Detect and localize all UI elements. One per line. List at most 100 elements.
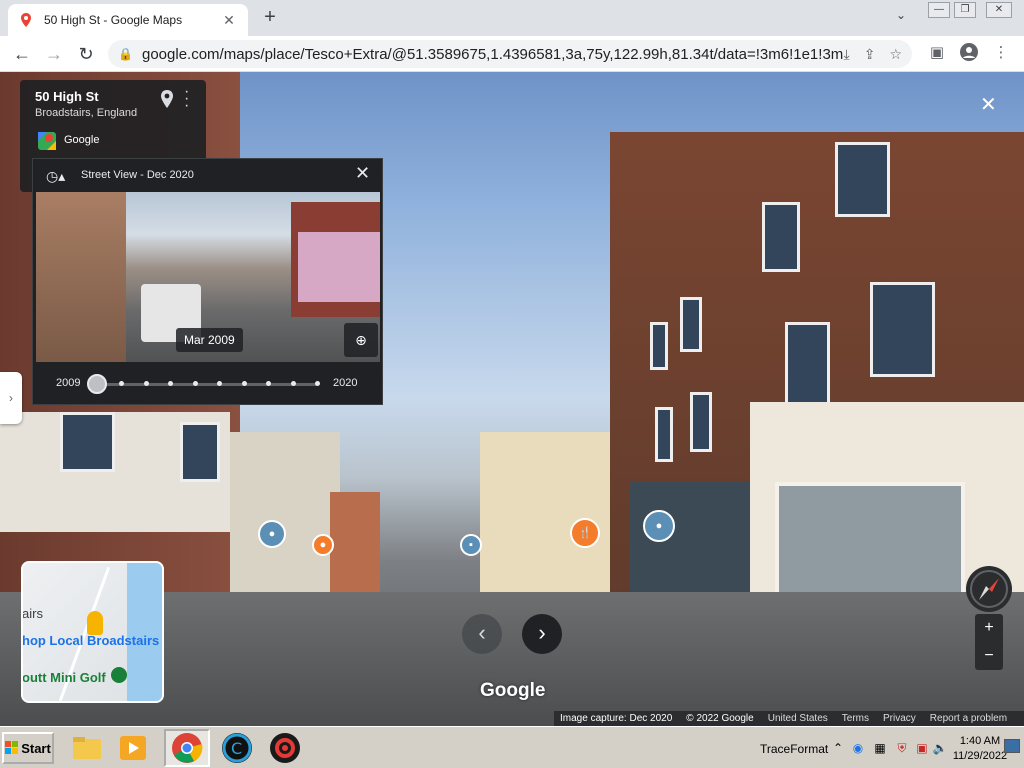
selected-date-tag: Mar 2009: [176, 328, 243, 352]
lock-icon[interactable]: 🔒: [118, 47, 133, 61]
slider-handle[interactable]: [87, 374, 107, 394]
privacy-link[interactable]: Privacy: [883, 713, 916, 724]
window: [762, 202, 800, 272]
timeline-stop[interactable]: [143, 381, 149, 386]
zoom-out-button[interactable]: −: [975, 642, 1003, 670]
historical-imagery-preview[interactable]: Mar 2009 ⊕: [36, 192, 380, 362]
time-history-icon[interactable]: ◷▴: [46, 168, 65, 185]
media-player-icon[interactable]: [116, 731, 150, 765]
show-desktop-icon[interactable]: [1004, 739, 1020, 753]
report-problem-link[interactable]: Report a problem: [930, 713, 1007, 724]
settings-gear-app-icon[interactable]: [268, 731, 302, 765]
minimize-button[interactable]: —: [928, 2, 950, 18]
share-icon[interactable]: ⇪: [864, 46, 876, 63]
timeline-header: ◷▴ Street View - Dec 2020 ✕: [33, 159, 384, 192]
start-label: Start: [21, 740, 51, 756]
google-watermark: Google: [480, 680, 546, 701]
location-pin-icon[interactable]: [160, 90, 174, 108]
tab-title: 50 High St - Google Maps: [44, 13, 183, 27]
clock-time: 1:40 AM: [959, 735, 1001, 747]
window: [680, 297, 702, 352]
c-app-icon[interactable]: C: [220, 731, 254, 765]
image-capture-date: Image capture: Dec 2020: [560, 713, 673, 724]
place-address: 50 High St: [35, 89, 99, 104]
timeline-title: Street View - Dec 2020: [81, 169, 194, 181]
zoom-in-button[interactable]: +: [975, 614, 1003, 642]
restore-button[interactable]: ❐: [954, 2, 976, 18]
chrome-icon[interactable]: [170, 731, 204, 765]
tray-app-label[interactable]: TraceFormat: [760, 742, 828, 756]
browser-menu-icon[interactable]: ⋮: [990, 43, 1012, 61]
new-tab-button[interactable]: +: [258, 6, 282, 30]
zoom-preview-icon[interactable]: ⊕: [344, 323, 378, 357]
poi-pin-icon[interactable]: ●: [643, 510, 675, 542]
start-button[interactable]: Start: [2, 732, 54, 764]
install-app-icon[interactable]: ⤓: [844, 46, 850, 63]
reload-icon[interactable]: ↻: [74, 42, 98, 66]
restaurant-icon[interactable]: 🍴: [570, 518, 600, 548]
nav-back-arrow-icon[interactable]: ‹: [462, 614, 502, 654]
close-street-view-icon[interactable]: ✕: [980, 92, 997, 117]
map-label: airs: [22, 606, 43, 621]
compass-icon[interactable]: [966, 566, 1012, 612]
golf-icon: [111, 667, 127, 683]
expand-panel-button[interactable]: ›: [0, 372, 22, 424]
street-view-timeline-panel: ◷▴ Street View - Dec 2020 ✕ Mar 2009 ⊕ 2…: [32, 158, 383, 405]
browser-toolbar: ← → ↻ 🔒 google.com/maps/place/Tesco+Extr…: [0, 36, 1024, 72]
more-options-icon[interactable]: · · ·: [184, 84, 189, 114]
url-text: google.com/maps/place/Tesco+Extra/@51.35…: [142, 45, 844, 63]
slider-end-year: 2020: [333, 377, 358, 389]
browser-tab[interactable]: 50 High St - Google Maps ✕: [8, 4, 248, 36]
timeline-stop[interactable]: [192, 381, 198, 386]
window: [835, 142, 890, 217]
system-tray: TraceFormat ⌃ ◉ ▦ ⛨ ▣ 🔈 1:40 AM 11/29/20…: [756, 730, 1022, 766]
alert-icon[interactable]: ▣: [914, 741, 930, 757]
file-explorer-icon[interactable]: [70, 731, 104, 765]
window: [870, 282, 935, 377]
bookmark-star-icon[interactable]: ☆: [889, 46, 902, 63]
google-maps-favicon-icon: [21, 13, 31, 27]
building: [230, 432, 340, 612]
map-label-golf: outt Mini Golf: [22, 670, 106, 685]
window: [655, 407, 673, 462]
window: [180, 422, 220, 482]
terms-link[interactable]: Terms: [842, 713, 869, 724]
poi-store-icon[interactable]: ▪: [460, 534, 482, 556]
window: [690, 392, 712, 452]
pegman-icon[interactable]: [87, 611, 103, 635]
nav-forward-arrow-icon[interactable]: ›: [522, 614, 562, 654]
back-arrow-icon[interactable]: ←: [10, 42, 34, 66]
network-icon[interactable]: ▦: [872, 741, 888, 757]
poi-pin-icon[interactable]: ●: [258, 520, 286, 548]
region-link[interactable]: United States: [768, 713, 828, 724]
slider-start-year: 2009: [56, 377, 81, 389]
clock[interactable]: 1:40 AM 11/29/2022: [952, 734, 1008, 764]
tab-close-icon[interactable]: ✕: [220, 12, 238, 29]
side-panel-icon[interactable]: ▣: [926, 43, 948, 61]
slider-track[interactable]: [97, 383, 317, 386]
timeline-stop[interactable]: [290, 381, 296, 386]
tray-c-icon[interactable]: ◉: [850, 741, 866, 757]
timeline-slider[interactable]: 2009 2020: [33, 371, 384, 397]
profile-avatar-icon[interactable]: [958, 43, 980, 65]
window: [650, 322, 668, 370]
tray-expand-icon[interactable]: ⌃: [830, 741, 846, 757]
copyright: © 2022 Google: [686, 713, 754, 724]
timeline-stop[interactable]: [241, 381, 247, 386]
address-bar[interactable]: 🔒 google.com/maps/place/Tesco+Extra/@51.…: [108, 40, 912, 68]
timeline-stop[interactable]: [315, 381, 320, 386]
google-maps-logo-icon: [38, 132, 56, 150]
window-close-button[interactable]: ✕: [986, 2, 1012, 18]
forward-arrow-icon[interactable]: →: [42, 42, 66, 66]
minimap[interactable]: airs hop Local Broadstairs outt Mini Gol…: [21, 561, 164, 703]
map-label-shop: hop Local Broadstairs: [22, 633, 160, 648]
security-icon[interactable]: ⛨: [894, 741, 910, 757]
provider-name: Google: [64, 134, 100, 146]
volume-icon[interactable]: 🔈: [932, 741, 948, 757]
poi-shop-icon[interactable]: ●: [312, 534, 334, 556]
tab-search-button[interactable]: ⌄: [896, 8, 906, 22]
window: [785, 322, 830, 407]
clock-date: 11/29/2022: [952, 750, 1008, 762]
map-footer: Image capture: Dec 2020 © 2022 Google Un…: [554, 711, 1024, 726]
close-icon[interactable]: ✕: [355, 163, 370, 184]
